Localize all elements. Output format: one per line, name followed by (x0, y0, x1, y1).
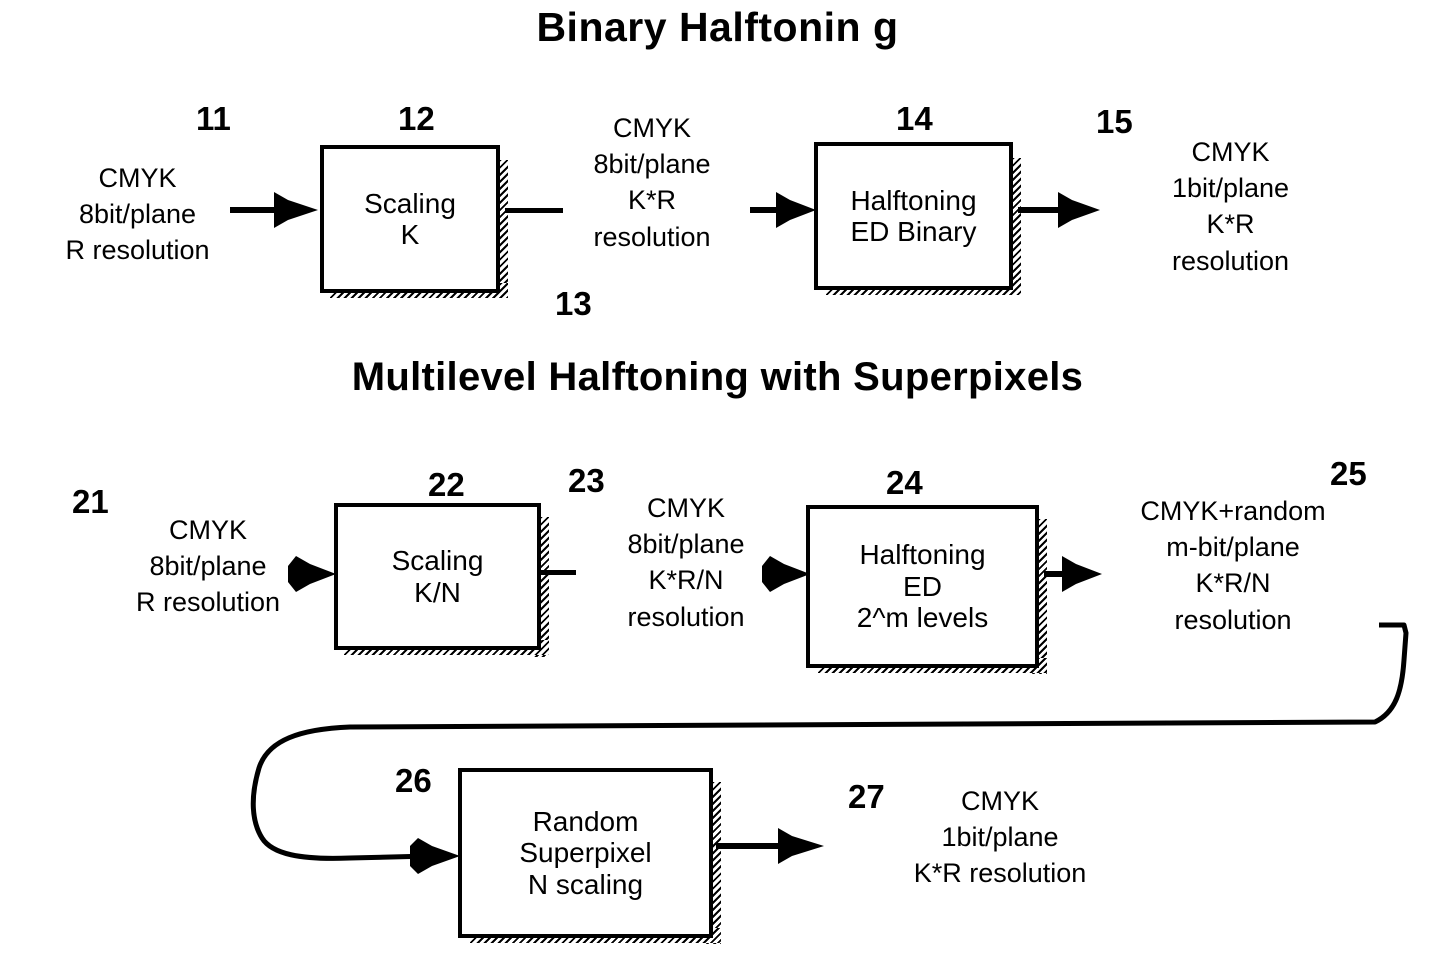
ref-label-24: 24 (886, 464, 923, 501)
output-label-25: CMYK+random m-bit/plane K*R/N resolution (1093, 493, 1373, 638)
ref-label-21: 21 (72, 483, 109, 520)
ref-label-22: 22 (428, 466, 465, 503)
input-label-21-line-2: 8bit/plane (149, 551, 267, 582)
output-label-15: CMYK 1bit/plane K*R resolution (1128, 134, 1333, 279)
ref-label-11: 11 (196, 100, 231, 137)
input-label-11-line-2: 8bit/plane (78, 199, 197, 230)
output-label-15-line-3: K*R (1206, 209, 1255, 240)
intermediate-label-13: CMYK 8bit/plane K*R resolution (562, 110, 742, 255)
output-label-27-line-2: 1bit/plane (941, 822, 1059, 853)
box-24-line-2: ED (903, 570, 942, 602)
intermediate-label-23-line-2: 8bit/plane (627, 529, 745, 560)
box-12-line-1: Scaling (364, 187, 456, 219)
ref-label-25: 25 (1330, 455, 1367, 492)
input-label-21-line-3: R resolution (135, 587, 281, 618)
arrow-to-halftoning-24 (762, 552, 814, 596)
input-label-11-line-1: CMYK (98, 163, 177, 193)
patent-diagram-canvas: Binary Halftonin g Multilevel Halftoning… (0, 0, 1435, 959)
intermediate-label-23-line-4: resolution (627, 601, 745, 632)
process-box-scaling-12[interactable]: Scaling K (320, 145, 500, 293)
ref-label-15: 15 (1096, 103, 1133, 140)
output-label-27-line-1: CMYK (960, 786, 1039, 816)
section-title-multilevel-halftoning: Multilevel Halftoning with Superpixels (351, 355, 1084, 399)
ref-label-12: 12 (398, 100, 435, 137)
intermediate-label-13-line-4: resolution (593, 221, 711, 252)
process-box-scaling-22[interactable]: Scaling K/N (334, 503, 541, 650)
input-label-11: CMYK 8bit/plane R resolution (30, 160, 245, 269)
input-label-21: CMYK 8bit/plane R resolution (108, 512, 308, 621)
intermediate-label-23-line-3: K*R/N (648, 565, 724, 596)
intermediate-label-23-line-1: CMYK (646, 493, 725, 523)
arrow-to-halftoning-14 (750, 188, 820, 232)
section-title-binary-halftoning: Binary Halftonin g (536, 4, 899, 50)
output-label-15-line-1: CMYK (1191, 137, 1270, 167)
intermediate-label-13-line-1: CMYK (612, 113, 691, 143)
box-24-line-1: Halftoning (859, 539, 986, 571)
arrow-input-to-scaling-22 (288, 552, 340, 596)
intermediate-label-23: CMYK 8bit/plane K*R/N resolution (596, 490, 776, 635)
box-14-line-1: Halftoning (850, 184, 977, 216)
ref-label-23: 23 (568, 462, 605, 499)
box-26-line-3: N scaling (527, 868, 644, 900)
process-box-random-superpixel-26[interactable]: Random Superpixel N scaling (458, 768, 713, 938)
intermediate-label-13-line-3: K*R (627, 185, 676, 216)
arrow-feedback-to-superpixel-26 (410, 834, 464, 878)
arrow-superpixel-26-to-output-27 (716, 824, 828, 868)
process-box-halftoning-24[interactable]: Halftoning ED 2^m levels (806, 505, 1039, 668)
box-26-line-2: Superpixel (519, 837, 652, 869)
output-label-27: CMYK 1bit/plane K*R resolution (885, 783, 1115, 892)
arrow-input-to-scaling-12 (230, 188, 322, 232)
box-12-line-2: K (400, 219, 420, 250)
ref-label-13: 13 (555, 285, 592, 322)
output-label-27-line-3: K*R resolution (913, 858, 1087, 889)
box-26-line-1: Random (532, 805, 639, 837)
ref-label-27: 27 (848, 778, 885, 815)
arrow-halftoning-14-to-output-15 (1018, 188, 1104, 232)
input-label-21-line-1: CMYK (168, 515, 247, 545)
output-label-25-line-3: K*R/N (1195, 568, 1271, 599)
process-box-halftoning-14[interactable]: Halftoning ED Binary (814, 142, 1013, 290)
output-label-15-line-4: resolution (1171, 245, 1290, 276)
intermediate-label-13-line-2: 8bit/plane (593, 149, 711, 180)
input-label-11-line-3: R resolution (65, 235, 210, 266)
box-24-line-3: 2^m levels (856, 602, 989, 634)
box-22-line-1: Scaling (391, 545, 484, 577)
output-label-15-line-2: 1bit/plane (1171, 173, 1290, 204)
output-label-25-line-1: CMYK+random (1140, 496, 1326, 526)
box-14-line-2: ED Binary (850, 216, 977, 247)
output-label-25-line-2: m-bit/plane (1166, 532, 1300, 563)
box-22-line-2: K/N (414, 576, 461, 608)
output-label-25-line-4: resolution (1174, 604, 1292, 635)
ref-label-14: 14 (896, 100, 933, 137)
ref-label-26: 26 (395, 762, 432, 799)
connector-stub-12-out (505, 208, 563, 213)
